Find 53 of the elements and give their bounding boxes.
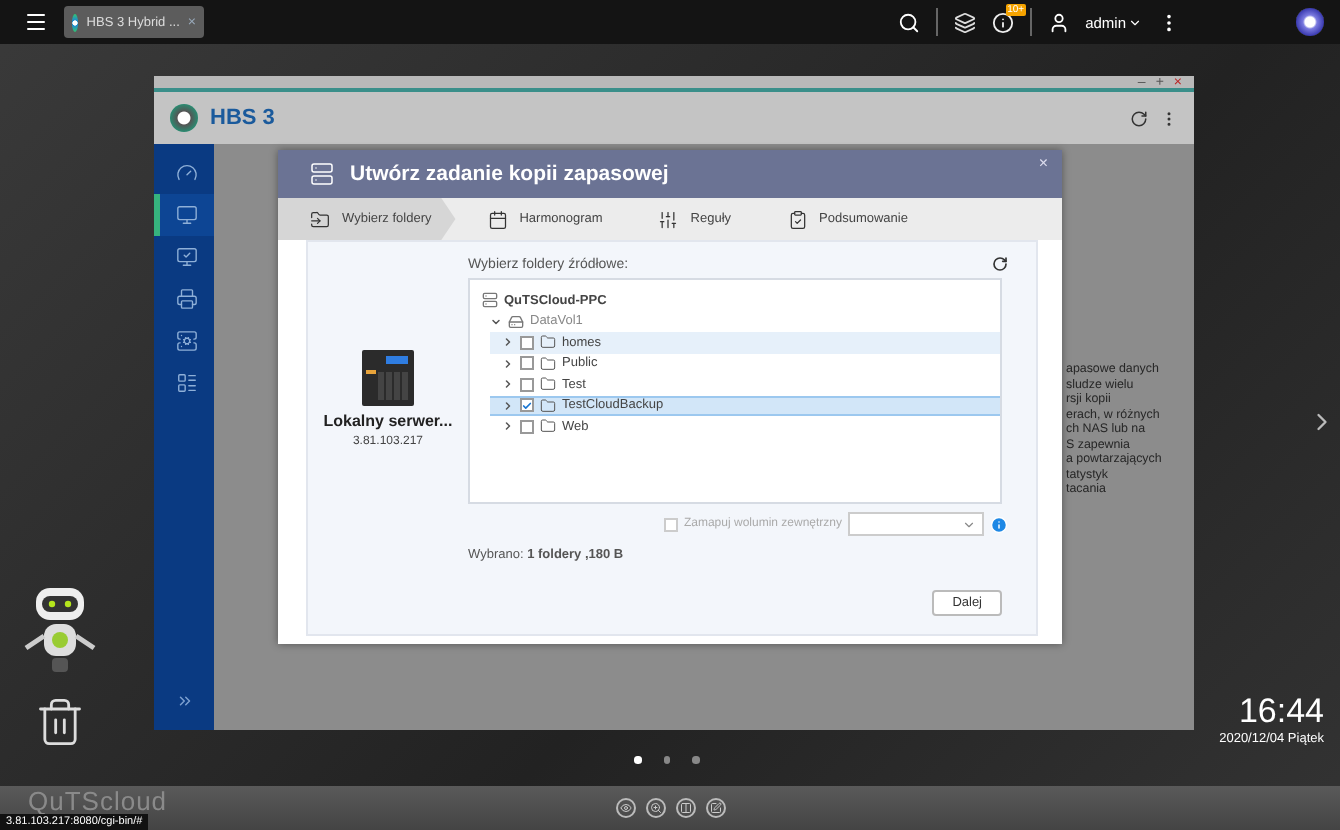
folder-icon [540, 376, 556, 393]
folder-icon [540, 355, 556, 372]
search-icon[interactable] [897, 11, 920, 33]
checkbox[interactable] [520, 377, 534, 392]
nas-device-icon [362, 349, 414, 405]
folder-icon [540, 334, 556, 351]
list-icon [176, 372, 198, 394]
dialog-title: Utwórz zadanie kopii zapasowej [350, 162, 669, 186]
refresh-icon[interactable] [992, 256, 1008, 272]
app-icon [72, 13, 79, 31]
app-title: HBS 3 [210, 106, 275, 130]
server-icon [176, 330, 198, 352]
sidebar-item[interactable] [154, 194, 214, 236]
checkbox[interactable] [520, 356, 534, 371]
server-name: Lokalny serwer... [323, 411, 453, 429]
caret-icon [962, 517, 976, 531]
brand-logo: QuTScloud [28, 786, 168, 816]
folder-icon [540, 397, 556, 414]
server-icon [482, 292, 498, 309]
checkbox[interactable] [520, 335, 534, 350]
refresh-icon[interactable] [1130, 109, 1148, 127]
calendar-icon [487, 209, 508, 229]
app-logo [170, 104, 198, 132]
checkbox[interactable] [520, 419, 534, 434]
monitor-icon [176, 204, 198, 226]
page-dot[interactable] [663, 756, 670, 763]
trash-icon[interactable] [34, 696, 86, 748]
checkbox[interactable] [520, 398, 534, 413]
sliders-icon [658, 209, 679, 229]
drive-icon [508, 313, 524, 330]
menu-icon[interactable] [24, 10, 48, 34]
server-icon [310, 162, 334, 186]
page-dot[interactable] [692, 756, 699, 763]
gauge-icon [176, 162, 198, 184]
printer-icon [176, 288, 198, 310]
clock: 16:44 [1238, 692, 1324, 732]
layers-icon[interactable] [953, 11, 976, 33]
caret-icon [1128, 15, 1142, 29]
columns-icon[interactable] [675, 798, 695, 818]
close-icon[interactable]: × [1038, 154, 1048, 172]
page-dot[interactable] [634, 756, 641, 763]
edit-icon[interactable] [705, 798, 725, 818]
zoom-icon[interactable] [645, 798, 665, 818]
folder-icon [540, 418, 556, 435]
expand-icon[interactable] [175, 691, 193, 709]
avatar[interactable] [1296, 8, 1324, 36]
folder-icon [310, 209, 330, 229]
robot-icon[interactable] [20, 584, 100, 676]
user-icon[interactable] [1047, 11, 1070, 33]
clipboard-icon [787, 209, 808, 229]
info-icon[interactable] [991, 11, 1014, 33]
eye-icon[interactable] [615, 798, 635, 818]
monitor-check-icon [176, 246, 198, 268]
